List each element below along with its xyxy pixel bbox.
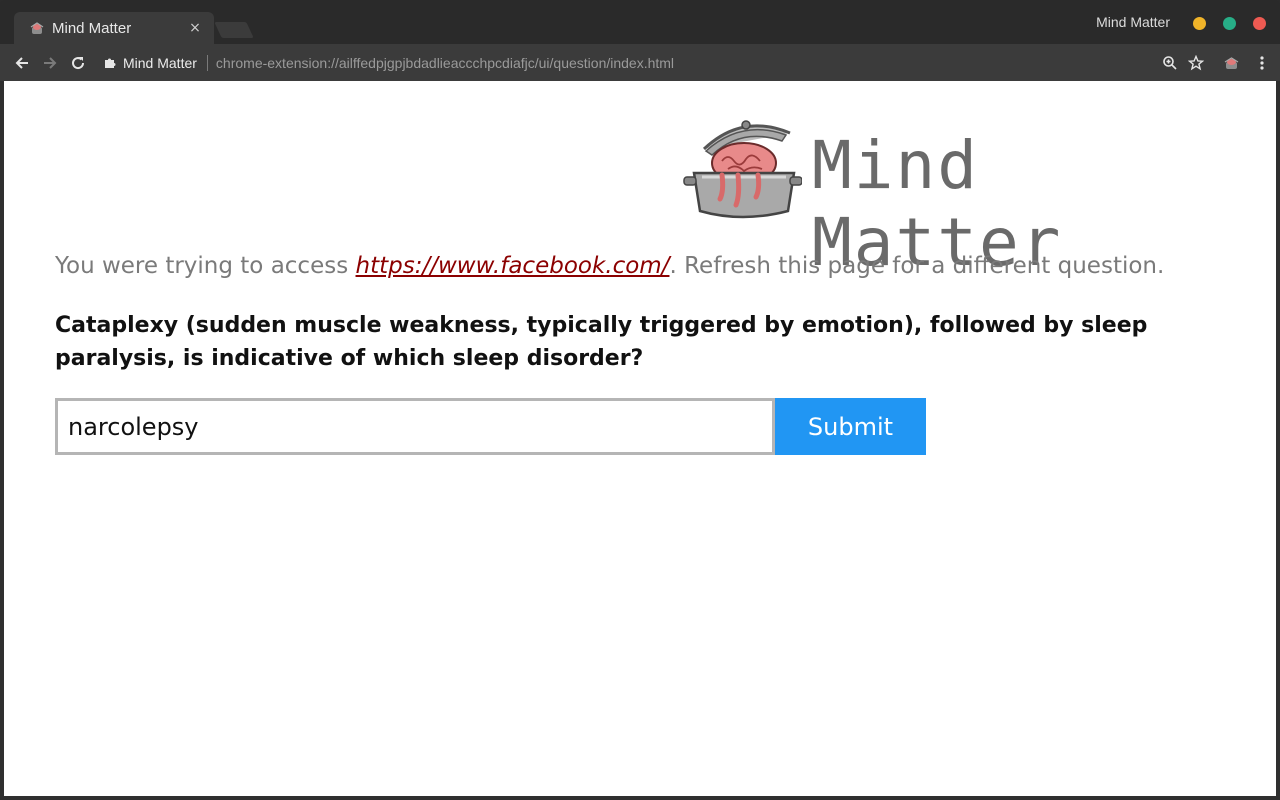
reload-button[interactable] <box>64 49 92 77</box>
mind-matter-extension-icon[interactable] <box>1220 55 1242 71</box>
window-title: Mind Matter <box>1096 14 1170 30</box>
brain-in-pot-logo-icon <box>683 120 802 219</box>
forward-button[interactable] <box>36 49 64 77</box>
browser-window: Mind Matter × Mind Matter Mind Matter ch… <box>0 0 1280 800</box>
new-tab-button[interactable] <box>214 22 254 38</box>
page-content: Mind Matter You were trying to access ht… <box>4 81 1276 796</box>
arrow-left-icon <box>15 56 28 69</box>
answer-input[interactable]: narcolepsy <box>55 398 775 455</box>
omnibox[interactable]: Mind Matter chrome-extension://ailffedpj… <box>98 48 1148 77</box>
access-suffix: . Refresh this page for a different ques… <box>669 253 1165 279</box>
maximize-window-button[interactable] <box>1223 17 1236 30</box>
brain-pot-favicon-icon <box>30 22 44 34</box>
tab-close-icon[interactable]: × <box>186 19 204 37</box>
tab-strip: Mind Matter × Mind Matter <box>0 0 1280 44</box>
url-text[interactable]: chrome-extension://ailffedpjgpjbdadlieac… <box>208 55 674 71</box>
blocked-site-link[interactable]: https://www.facebook.com/ <box>356 253 670 279</box>
minimize-window-button[interactable] <box>1193 17 1206 30</box>
mind-matter-logo: Mind Matter <box>682 111 1252 281</box>
tab-mind-matter[interactable]: Mind Matter × <box>14 12 214 44</box>
more-menu-icon[interactable] <box>1256 55 1268 71</box>
access-message: You were trying to access https://www.fa… <box>55 253 1164 279</box>
puzzle-piece-icon <box>105 58 116 68</box>
bookmark-star-icon[interactable] <box>1188 54 1204 71</box>
tab-title: Mind Matter <box>52 19 132 37</box>
browser-toolbar: Mind Matter chrome-extension://ailffedpj… <box>0 44 1280 81</box>
extension-chip-label: Mind Matter <box>123 54 197 71</box>
toolbar-actions <box>1162 44 1268 81</box>
arrow-right-icon <box>44 56 57 69</box>
close-window-button[interactable] <box>1253 17 1266 30</box>
access-prefix: You were trying to access <box>55 253 356 279</box>
reload-icon <box>72 56 85 69</box>
zoom-icon[interactable] <box>1162 55 1178 71</box>
back-button[interactable] <box>8 49 36 77</box>
extension-chip[interactable]: Mind Matter <box>98 54 208 71</box>
quiz-question: Cataplexy (sudden muscle weakness, typic… <box>55 313 1148 371</box>
submit-button[interactable]: Submit <box>775 398 926 455</box>
